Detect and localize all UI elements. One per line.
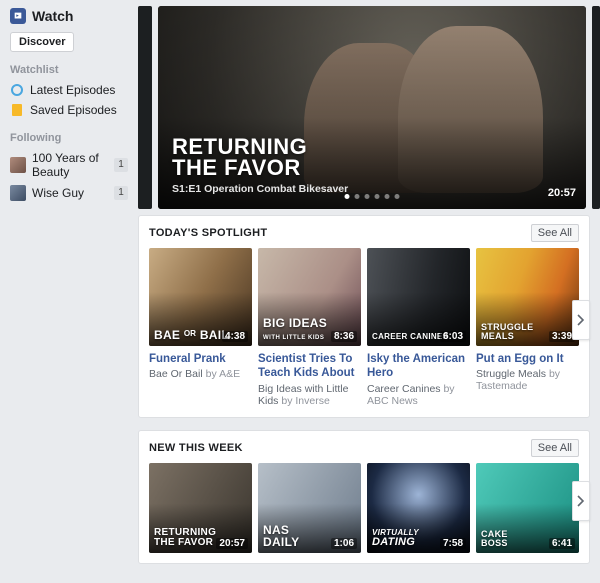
sidebar: Watch Discover Watchlist Latest Episodes… <box>0 0 138 583</box>
hero-next-peek[interactable] <box>592 6 600 209</box>
video-thumb: BIG IDEASWITH LITTLE KIDS 8:36 <box>258 248 361 346</box>
video-source: Big Ideas with Little Kids by Inverse <box>258 383 361 407</box>
video-card[interactable]: CAREER CANINES 6:03 Isky the American He… <box>367 248 470 407</box>
video-title: Scientist Tries To Teach Kids About DNA … <box>258 352 361 381</box>
video-card[interactable]: STRUGGLEMEALS 3:39 Put an Egg on It Stru… <box>476 248 579 407</box>
thumb-logo: CAKEBOSS <box>481 530 508 548</box>
thumb-logo: CAREER CANINES <box>372 333 448 341</box>
following-label: 100 Years of Beauty <box>32 151 108 179</box>
video-duration: 7:58 <box>440 538 466 549</box>
video-title: Isky the American Hero <box>367 352 470 381</box>
count-badge: 1 <box>114 158 128 172</box>
hero-subtitle: S1:E1 Operation Combat Bikesaver <box>172 183 348 195</box>
count-badge: 1 <box>114 186 128 200</box>
video-card[interactable]: CAKEBOSS 6:41 <box>476 463 579 553</box>
see-all-button[interactable]: See All <box>531 439 579 457</box>
discover-button[interactable]: Discover <box>10 32 74 52</box>
nav-saved-episodes[interactable]: Saved Episodes <box>10 100 128 120</box>
thumb-logo: BIG IDEASWITH LITTLE KIDS <box>263 317 327 341</box>
section-title: TODAY'S SPOTLIGHT <box>149 227 267 239</box>
carousel-dots[interactable] <box>345 194 400 199</box>
thumb-logo: NASDAILY <box>263 524 299 548</box>
video-duration: 1:06 <box>331 538 357 549</box>
video-source: Bae Or Bail by A&E <box>149 368 252 380</box>
hero-card[interactable]: RETURNINGTHE FAVOR S1:E1 Operation Comba… <box>158 6 586 209</box>
hero-carousel: RETURNINGTHE FAVOR S1:E1 Operation Comba… <box>138 0 600 215</box>
watchlist-title: Watchlist <box>10 64 128 76</box>
video-thumb: CAREER CANINES 6:03 <box>367 248 470 346</box>
video-title: Put an Egg on It <box>476 352 579 366</box>
video-card[interactable]: RETURNINGTHE FAVOR 20:57 <box>149 463 252 553</box>
following-item-0[interactable]: 100 Years of Beauty 1 <box>10 148 128 182</box>
new-this-week-cards: RETURNINGTHE FAVOR 20:57 NASDAILY 1:06 V… <box>149 463 579 553</box>
video-card[interactable]: BIG IDEASWITH LITTLE KIDS 8:36 Scientist… <box>258 248 361 407</box>
video-title: Funeral Prank <box>149 352 252 366</box>
video-card[interactable]: VIRTUALLYDATING 7:58 <box>367 463 470 553</box>
carousel-next-button[interactable] <box>572 300 590 340</box>
chevron-right-icon <box>577 314 585 326</box>
spotlight-cards: BAE ᴼᴿ BAIL 4:38 Funeral Prank Bae Or Ba… <box>149 248 579 407</box>
video-duration: 4:38 <box>222 331 248 342</box>
nav-label: Saved Episodes <box>30 103 117 117</box>
video-duration: 8:36 <box>331 331 357 342</box>
main-content: RETURNINGTHE FAVOR S1:E1 Operation Comba… <box>138 0 600 583</box>
nav-label: Latest Episodes <box>30 83 115 97</box>
section-title: NEW THIS WEEK <box>149 442 243 454</box>
bookmark-icon <box>10 103 24 117</box>
video-duration: 20:57 <box>216 538 248 549</box>
hero-prev-peek[interactable] <box>138 6 152 209</box>
video-source: Struggle Meals by Tastemade <box>476 368 579 392</box>
thumb-logo: RETURNINGTHE FAVOR <box>154 528 216 548</box>
video-duration: 6:03 <box>440 331 466 342</box>
video-thumb: BAE ᴼᴿ BAIL 4:38 <box>149 248 252 346</box>
thumb-logo: BAE ᴼᴿ BAIL <box>154 329 229 341</box>
following-item-1[interactable]: Wise Guy 1 <box>10 182 128 204</box>
nav-latest-episodes[interactable]: Latest Episodes <box>10 80 128 100</box>
see-all-button[interactable]: See All <box>531 224 579 242</box>
video-source: Career Canines by ABC News <box>367 383 470 407</box>
video-thumb: STRUGGLEMEALS 3:39 <box>476 248 579 346</box>
thumb-logo: STRUGGLEMEALS <box>481 323 533 341</box>
avatar-icon <box>10 157 26 173</box>
following-title: Following <box>10 132 128 144</box>
video-card[interactable]: NASDAILY 1:06 <box>258 463 361 553</box>
circle-outline-icon <box>10 83 24 97</box>
hero-duration: 20:57 <box>548 187 576 199</box>
video-duration: 6:41 <box>549 538 575 549</box>
carousel-next-button[interactable] <box>572 481 590 521</box>
watch-icon <box>10 8 26 24</box>
app-root: Watch Discover Watchlist Latest Episodes… <box>0 0 600 583</box>
following-label: Wise Guy <box>32 186 84 200</box>
thumb-logo: VIRTUALLYDATING <box>372 529 419 548</box>
spotlight-section: TODAY'S SPOTLIGHT See All BAE ᴼᴿ BAIL 4:… <box>138 215 590 418</box>
brand-label: Watch <box>32 8 73 24</box>
chevron-right-icon <box>577 495 585 507</box>
avatar-icon <box>10 185 26 201</box>
hero-title: RETURNINGTHE FAVOR <box>172 137 307 179</box>
new-this-week-section: NEW THIS WEEK See All RETURNINGTHE FAVOR… <box>138 430 590 564</box>
video-card[interactable]: BAE ᴼᴿ BAIL 4:38 Funeral Prank Bae Or Ba… <box>149 248 252 407</box>
brand[interactable]: Watch <box>10 8 128 24</box>
